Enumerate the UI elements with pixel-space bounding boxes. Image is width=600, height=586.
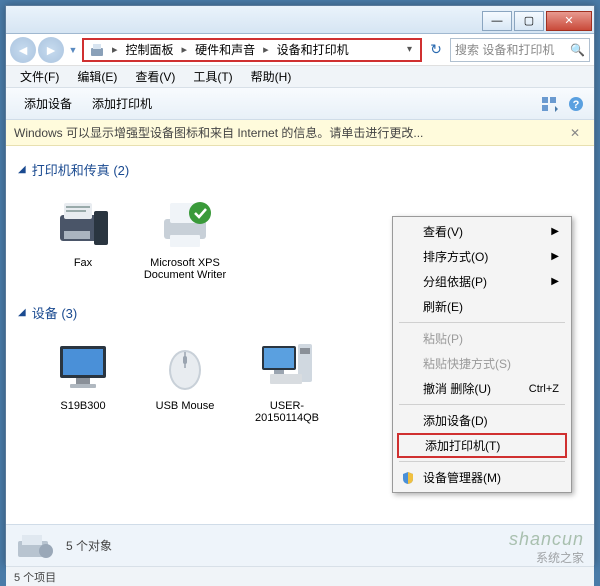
menu-view[interactable]: 查看(V): [127, 66, 183, 87]
section-printers[interactable]: ◢ 打印机和传真 (2): [18, 154, 582, 185]
separator: [399, 404, 565, 405]
device-xps-writer[interactable]: Microsoft XPS Document Writer: [140, 193, 230, 281]
menu-tools[interactable]: 工具(T): [185, 66, 240, 87]
device-label: Fax: [38, 257, 128, 269]
chevron-right-icon[interactable]: ▸: [259, 43, 273, 56]
section-title: 设备 (3): [32, 303, 78, 322]
infobar-text: Windows 可以显示增强型设备图标和来自 Internet 的信息。请单击进…: [14, 124, 423, 141]
shield-icon: [401, 471, 415, 485]
ctx-paste: 粘贴(P): [395, 326, 569, 351]
breadcrumb-item[interactable]: 设备和打印机: [275, 41, 351, 58]
status-text: 5 个对象: [66, 537, 112, 554]
ctx-sort[interactable]: 排序方式(O)▶: [395, 244, 569, 269]
ctx-group[interactable]: 分组依据(P)▶: [395, 269, 569, 294]
device-label: Microsoft XPS Document Writer: [140, 257, 230, 281]
device-label: S19B300: [38, 400, 128, 412]
devices-icon: [16, 530, 56, 562]
back-button[interactable]: ◄: [10, 37, 36, 63]
shortcut-label: Ctrl+Z: [529, 383, 559, 395]
printer-icon: [155, 193, 215, 253]
separator: [399, 322, 565, 323]
submenu-arrow-icon: ▶: [551, 276, 559, 287]
device-monitor[interactable]: S19B300: [38, 336, 128, 424]
ctx-undo-delete[interactable]: 撤消 删除(U)Ctrl+Z: [395, 376, 569, 401]
menu-file[interactable]: 文件(F): [12, 66, 67, 87]
ctx-refresh[interactable]: 刷新(E): [395, 294, 569, 319]
recent-pages-dropdown[interactable]: ▼: [66, 38, 80, 62]
details-pane: 5 个对象: [6, 524, 594, 566]
section-title: 打印机和传真 (2): [32, 160, 130, 179]
infobar-close-icon[interactable]: ✕: [564, 126, 586, 140]
device-label: USER-20150114QB: [242, 400, 332, 424]
chevron-right-icon[interactable]: ▸: [108, 43, 122, 56]
ctx-paste-shortcut: 粘贴快捷方式(S): [395, 351, 569, 376]
chevron-right-icon[interactable]: ▸: [178, 43, 192, 56]
breadcrumb[interactable]: ▸ 控制面板 ▸ 硬件和声音 ▸ 设备和打印机 ▾: [82, 38, 422, 62]
watermark-sub: 系统之家: [536, 549, 584, 566]
devices-printers-icon: [88, 41, 106, 59]
infobar[interactable]: Windows 可以显示增强型设备图标和来自 Internet 的信息。请单击进…: [6, 120, 594, 146]
collapse-icon[interactable]: ◢: [18, 164, 26, 175]
collapse-icon[interactable]: ◢: [18, 307, 26, 318]
device-fax[interactable]: Fax: [38, 193, 128, 281]
device-computer[interactable]: USER-20150114QB: [242, 336, 332, 424]
navbar: ◄ ► ▼ ▸ 控制面板 ▸ 硬件和声音 ▸ 设备和打印机 ▾ ↻ 搜索 设备和…: [6, 34, 594, 66]
help-button[interactable]: ?: [566, 94, 586, 114]
explorer-window: — ▢ ✕ ◄ ► ▼ ▸ 控制面板 ▸ 硬件和声音 ▸ 设备和打印机 ▾ ↻ …: [5, 5, 595, 565]
window-controls: — ▢ ✕: [482, 9, 594, 31]
watermark: shancun: [509, 529, 584, 550]
maximize-button[interactable]: ▢: [514, 11, 544, 31]
menubar: 文件(F) 编辑(E) 查看(V) 工具(T) 帮助(H): [6, 66, 594, 88]
context-menu: 查看(V)▶ 排序方式(O)▶ 分组依据(P)▶ 刷新(E) 粘贴(P) 粘贴快…: [392, 216, 572, 493]
minimize-button[interactable]: —: [482, 11, 512, 31]
menu-edit[interactable]: 编辑(E): [69, 66, 125, 87]
device-label: USB Mouse: [140, 400, 230, 412]
breadcrumb-item[interactable]: 控制面板: [124, 41, 176, 58]
fax-icon: [53, 193, 113, 253]
search-icon[interactable]: 🔍: [570, 43, 585, 57]
svg-text:?: ?: [573, 99, 580, 111]
titlebar[interactable]: — ▢ ✕: [6, 6, 594, 34]
ctx-device-manager[interactable]: 设备管理器(M): [395, 465, 569, 490]
toolbar-add-device[interactable]: 添加设备: [14, 91, 82, 116]
menu-help[interactable]: 帮助(H): [243, 66, 300, 87]
close-button[interactable]: ✕: [546, 11, 592, 31]
forward-button[interactable]: ►: [38, 37, 64, 63]
breadcrumb-dropdown[interactable]: ▾: [403, 44, 416, 55]
statusbar: 5 个项目: [6, 566, 594, 586]
ctx-add-printer[interactable]: 添加打印机(T): [397, 433, 567, 458]
view-options-button[interactable]: [540, 94, 560, 114]
search-input[interactable]: 搜索 设备和打印机 🔍: [450, 38, 590, 62]
toolbar-add-printer[interactable]: 添加打印机: [82, 91, 162, 116]
ctx-view[interactable]: 查看(V)▶: [395, 219, 569, 244]
device-mouse[interactable]: USB Mouse: [140, 336, 230, 424]
breadcrumb-item[interactable]: 硬件和声音: [193, 41, 257, 58]
mouse-icon: [155, 336, 215, 396]
computer-icon: [257, 336, 317, 396]
toolbar: 添加设备 添加打印机 ?: [6, 88, 594, 120]
monitor-icon: [53, 336, 113, 396]
search-placeholder: 搜索 设备和打印机: [455, 41, 554, 58]
submenu-arrow-icon: ▶: [551, 226, 559, 237]
separator: [399, 461, 565, 462]
ctx-add-device[interactable]: 添加设备(D): [395, 408, 569, 433]
refresh-button[interactable]: ↻: [424, 38, 448, 62]
submenu-arrow-icon: ▶: [551, 251, 559, 262]
